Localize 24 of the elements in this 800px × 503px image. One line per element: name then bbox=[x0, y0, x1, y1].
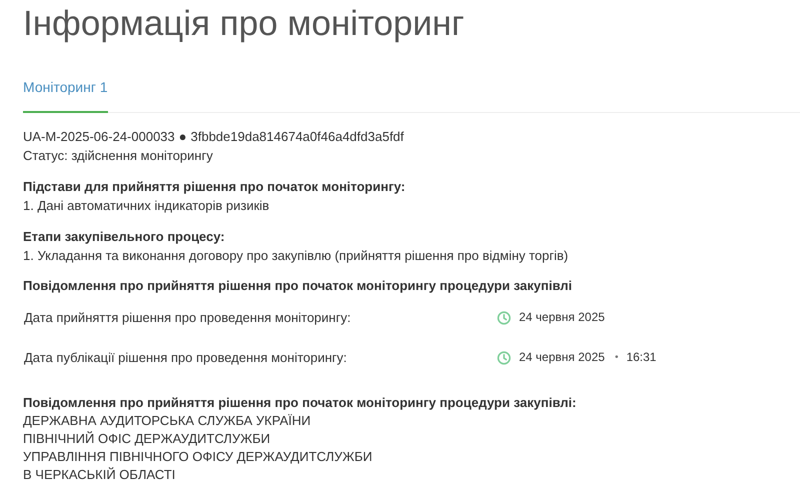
section-item: 1. Укладання та виконання договору про закупівлю (прийняття рішення про відміну торгів) bbox=[23, 247, 570, 265]
authority-line: ПІВНІЧНИЙ ОФІС ДЕРЖАУДИТСЛУЖБИ bbox=[23, 430, 272, 448]
section-item: 1. Дані автоматичних індикаторів ризиків bbox=[23, 197, 270, 215]
date-value: 24 червня 2025 bbox=[519, 349, 605, 366]
time-value: 16:31 bbox=[626, 349, 656, 366]
notice-heading: Повідомлення про прийняття рішення про початок моніторингу процедури закупівлі bbox=[23, 277, 574, 295]
tab[interactable]: Моніторинг 1 bbox=[23, 78, 108, 113]
page-title: Інформація про моніторинг bbox=[23, 3, 466, 45]
clock-icon bbox=[497, 310, 511, 324]
authority-line: УПРАВЛІННЯ ПІВНІЧНОГО ОФІСУ ДЕРЖАУДИТСЛУЖБИ bbox=[23, 448, 374, 466]
authority-line: В ЧЕРКАСЬКІЙ ОБЛАСТІ bbox=[23, 466, 176, 484]
authority-line: ДЕРЖАВНА АУДИТОРСЬКА СЛУЖБА УКРАЇНИ bbox=[23, 412, 312, 430]
date-label: Дата публікації рішення про проведення моніторингу: bbox=[23, 349, 348, 367]
section-heading: Підстави для прийняття рішення про початок моніторингу: bbox=[23, 178, 406, 196]
section-heading: Етапи закупівельного процесу: bbox=[23, 228, 226, 246]
date-value: 24 червня 2025 bbox=[519, 309, 605, 326]
monitoring-code: UA-M-2025-06-24-000033 bbox=[23, 128, 175, 146]
date-label: Дата прийняття рішення про проведення моніторингу: bbox=[23, 309, 352, 327]
status-text: Статус: здійснення моніторингу bbox=[23, 147, 214, 165]
authority-heading: Повідомлення про прийняття рішення про початок моніторингу процедури закупівлі: bbox=[23, 394, 578, 412]
clock-icon bbox=[497, 350, 511, 364]
separator-dot: • bbox=[614, 351, 618, 365]
separator-dot: ● bbox=[178, 128, 187, 146]
monitoring-hash: 3fbbde19da814674a0f46a4dfd3a5fdf bbox=[190, 128, 404, 146]
